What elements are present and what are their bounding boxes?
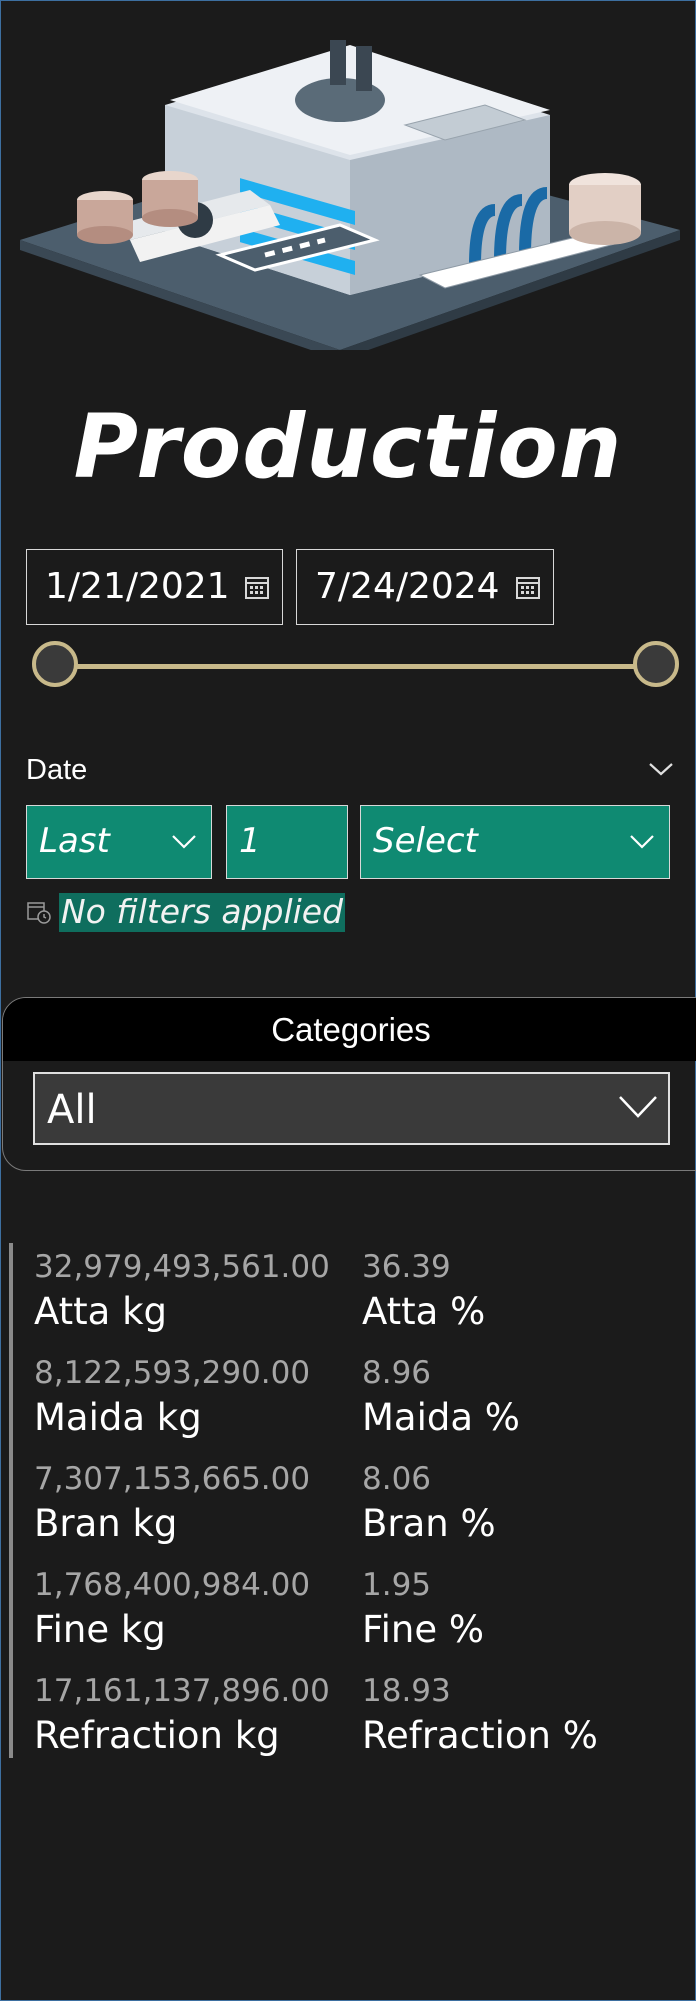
fine-pct-value: 1.95 [362, 1567, 432, 1603]
calendar-clock-icon [27, 902, 51, 924]
maida-kg-label: Maida kg [34, 1396, 202, 1439]
calendar-icon[interactable] [244, 574, 270, 600]
fine-pct-label: Fine % [362, 1608, 485, 1651]
calendar-icon[interactable] [515, 574, 541, 600]
relative-unit-select[interactable]: Select [360, 805, 670, 879]
date-range-end-handle[interactable] [633, 641, 679, 687]
atta-kg-label: Atta kg [34, 1290, 168, 1333]
refraction-pct-label: Refraction % [362, 1714, 598, 1757]
maida-pct-label: Maida % [362, 1396, 520, 1439]
date-range-start-handle[interactable] [32, 641, 78, 687]
filter-status-text: No filters applied [59, 892, 346, 932]
start-date-value: 1/21/2021 [45, 566, 230, 607]
chevron-down-icon[interactable] [648, 760, 674, 778]
atta-pct-label: Atta % [362, 1290, 486, 1333]
refraction-kg-label: Refraction kg [34, 1714, 280, 1757]
kpi-accent-bar [9, 1243, 13, 1758]
relative-count-input[interactable]: 1 [226, 805, 348, 879]
bran-pct-label: Bran % [362, 1502, 496, 1545]
atta-kg-value: 32,979,493,561.00 [34, 1249, 330, 1285]
fine-kg-value: 1,768,400,984.00 [34, 1567, 311, 1603]
bran-pct-value: 8.06 [362, 1461, 432, 1497]
refraction-pct-value: 18.93 [362, 1673, 451, 1709]
date-filter-label: Date [26, 754, 88, 786]
end-date-value: 7/24/2024 [315, 566, 500, 607]
bran-kg-value: 7,307,153,665.00 [34, 1461, 311, 1497]
start-date-input[interactable]: 1/21/2021 [26, 549, 283, 625]
chevron-down-icon [172, 835, 196, 849]
relative-count-value: 1 [239, 821, 261, 861]
chevron-down-icon [619, 1096, 657, 1118]
bran-kg-label: Bran kg [34, 1502, 178, 1545]
fine-kg-label: Fine kg [34, 1608, 166, 1651]
relative-unit-placeholder: Select [373, 821, 478, 861]
maida-kg-value: 8,122,593,290.00 [34, 1355, 311, 1391]
categories-selected-value: All [47, 1087, 97, 1133]
categories-title: Categories [3, 998, 696, 1061]
refraction-kg-value: 17,161,137,896.00 [34, 1673, 330, 1709]
end-date-input[interactable]: 7/24/2024 [296, 549, 554, 625]
page-title: Production [73, 395, 623, 498]
relative-mode-value: Last [39, 821, 110, 861]
maida-pct-value: 8.96 [362, 1355, 432, 1391]
categories-card: Categories All [2, 997, 696, 1171]
chevron-down-icon [630, 835, 654, 849]
factory-illustration [20, 40, 680, 350]
categories-dropdown[interactable]: All [33, 1072, 670, 1145]
relative-mode-select[interactable]: Last [26, 805, 212, 879]
atta-pct-value: 36.39 [362, 1249, 451, 1285]
date-range-slider-track[interactable] [58, 664, 658, 669]
